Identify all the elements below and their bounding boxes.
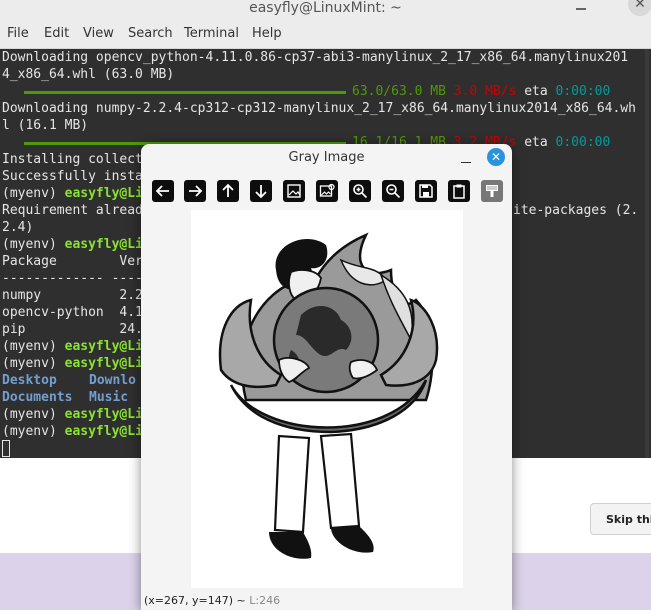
progress-eta-label: eta [524,135,548,150]
terminal-title: easyfly@LinuxMint: ~ [249,0,402,16]
menu-search[interactable]: Search [128,26,173,41]
output-line: Requirement alread [2,203,143,218]
terminal-cursor [2,440,10,457]
output-line: Downloading numpy-2.2.4-cp312-cp312-many… [2,101,636,116]
menu-help[interactable]: Help [252,26,282,41]
output-line: Installing collect [2,152,143,167]
prompt-env: (myenv) [2,339,65,354]
dir-desktop: Desktop [2,373,57,388]
image-canvas[interactable] [191,210,463,588]
output-line: l (16.1 MB) [2,118,89,133]
output-line: Successfully insta [2,169,143,184]
terminal-scrollbar[interactable] [645,49,649,458]
output-line: 4_x86_64.whl (63.0 MB) [2,67,175,82]
output-line: numpy 2.2. [2,288,151,303]
terminal-titlebar: easyfly@LinuxMint: ~ ✕ [0,0,651,20]
prompt-line: (myenv) easyfly@Li [2,338,143,355]
skip-button[interactable]: Skip this [590,503,651,535]
prompt-line: (myenv) easyfly@Li [2,355,143,372]
prompt-user: easyfly@Li [64,356,143,371]
prompt-user: easyfly@Li [64,237,143,252]
image-status-bar: (x=267, y=147) ~ L:246 [144,594,280,607]
dir-music: Music [89,390,129,405]
output-line: opencv-python 4.11 [2,305,151,320]
menu-file[interactable]: File [7,26,29,41]
clipboard-icon[interactable] [448,180,470,202]
arrow-left-icon[interactable] [152,180,174,202]
zoom-out-icon[interactable] [382,180,404,202]
arrow-down-icon[interactable] [250,180,272,202]
prompt-env: (myenv) [2,356,65,371]
status-level: L:246 [249,594,281,607]
progress-eta: 0:00:00 [555,84,611,99]
gray-image-title: Gray Image [288,150,365,165]
arrow-right-icon[interactable] [184,180,206,202]
prompt-line: (myenv) easyfly@Li [2,185,143,202]
output-line-right: ite-packages (2. [513,203,639,218]
prompt-env: (myenv) [2,424,65,439]
progress-info: 63.0/63.0 MB 3.0 MB/s eta 0:00:00 [352,83,610,100]
menu-edit[interactable]: Edit [44,26,69,41]
zoom-in-icon[interactable] [349,180,371,202]
menu-view[interactable]: View [83,26,114,41]
close-button[interactable]: ✕ [487,148,505,166]
status-coords: (x=267, y=147) ~ [144,594,250,607]
hugging-globe-image [218,232,439,559]
prompt-user: easyfly@Li [64,424,143,439]
progress-size: 63.0/63.0 MB [352,84,446,99]
prompt-user: easyfly@Li [64,186,143,201]
minimize-button[interactable] [576,0,586,10]
settings-brush-icon[interactable] [481,180,503,202]
output-line: pip 24.0 [2,322,151,337]
prompt-env: (myenv) [2,186,65,201]
output-line: ------------- ---- [2,271,143,286]
image-edit-icon[interactable] [316,180,338,202]
prompt-line: (myenv) easyfly@Li [2,236,143,253]
menu-terminal[interactable]: Terminal [184,26,239,41]
prompt-line: (myenv) easyfly@Li [2,406,143,423]
arrow-up-icon[interactable] [217,180,239,202]
terminal-menubar: File Edit View Search Terminal Help [0,20,651,49]
output-line: 2.4) [2,220,34,235]
dir-documents: Documents [2,390,73,405]
progress-eta: 0:00:00 [555,135,611,150]
progress-rate: 3.0 MB/s [453,84,517,99]
save-icon[interactable] [415,180,437,202]
dir-downloads: Downlo [89,373,136,388]
prompt-env: (myenv) [2,237,65,252]
output-line: Downloading opencv_python-4.11.0.86-cp37… [2,50,629,65]
prompt-env: (myenv) [2,407,65,422]
minimize-button[interactable] [461,161,471,163]
progress-eta-label: eta [524,84,548,99]
gray-image-window: Gray Image ✕ (x=267, y=147) ~ L:246 [141,144,512,610]
prompt-line: (myenv) easyfly@Li [2,423,143,440]
prompt-user: easyfly@Li [64,339,143,354]
progress-bar [24,91,346,94]
output-line: Package Vers [2,254,151,269]
image-icon[interactable] [283,180,305,202]
prompt-user: easyfly@Li [64,407,143,422]
